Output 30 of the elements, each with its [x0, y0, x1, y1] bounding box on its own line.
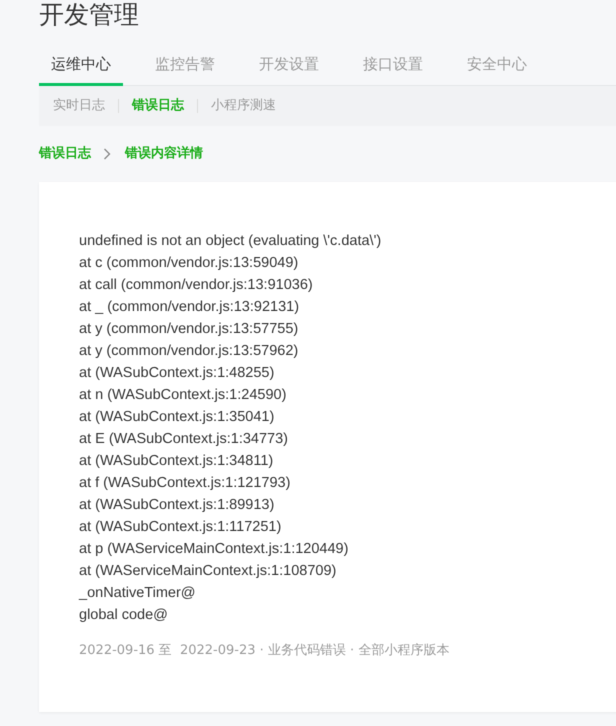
nav-tab[interactable]: 接口设置 [351, 54, 435, 86]
stack-trace-line: at (WASubContext.js:1:34811) [79, 452, 274, 471]
page-title: 开发管理 [39, 0, 139, 30]
stack-trace-line: undefined is not an object (evaluating \'c.data\') [79, 232, 382, 251]
subnav-tab[interactable]: 实时日志 [53, 97, 105, 115]
stack-trace-line: at y (common/vendor.js:13:57962) [79, 342, 300, 361]
stack-trace-line: _onNativeTimer@ [79, 584, 197, 603]
stack-trace-line: at _ (common/vendor.js:13:92131) [79, 298, 300, 317]
stack-trace-line: at (WASubContext.js:1:35041) [79, 408, 276, 427]
stack-trace-line: at p (WAServiceMainContext.js:1:120449) [79, 540, 350, 559]
stack-trace-line: at call (common/vendor.js:13:91036) [79, 276, 314, 295]
stack-trace-line: at E (WASubContext.js:1:34773) [79, 430, 290, 449]
stack-trace-line: at n (WASubContext.js:1:24590) [79, 386, 288, 405]
stack-trace-line: at y (common/vendor.js:13:57755) [79, 320, 300, 339]
error-meta: 2022-09-16 至 2022-09-23 · 业务代码错误 · 全部小程序版本 [79, 642, 450, 660]
nav-tab[interactable]: 安全中心 [455, 54, 539, 86]
stack-trace-line: at (WASubContext.js:1:48255) [79, 364, 276, 383]
nav-tab[interactable]: 开发设置 [247, 54, 331, 86]
subnav-tab[interactable]: 错误日志 [132, 97, 184, 115]
breadcrumb-link[interactable]: 错误日志 [39, 145, 91, 163]
nav-tab[interactable]: 监控告警 [143, 54, 227, 86]
subnav-tab[interactable]: 小程序测速 [211, 97, 276, 115]
stack-trace-line: at (WASubContext.js:1:89913) [79, 496, 276, 515]
stack-trace-line: at c (common/vendor.js:13:59049) [79, 254, 300, 273]
stack-trace-line: at f (WASubContext.js:1:121793) [79, 474, 292, 493]
chevron-right-icon [103, 148, 111, 160]
stack-trace-line: global code@ [79, 606, 169, 625]
stack-trace-line: at (WAServiceMainContext.js:1:108709) [79, 562, 338, 581]
breadcrumb-current[interactable]: 错误内容详情 [125, 145, 203, 163]
stack-trace-line: at (WASubContext.js:1:117251) [79, 518, 282, 537]
